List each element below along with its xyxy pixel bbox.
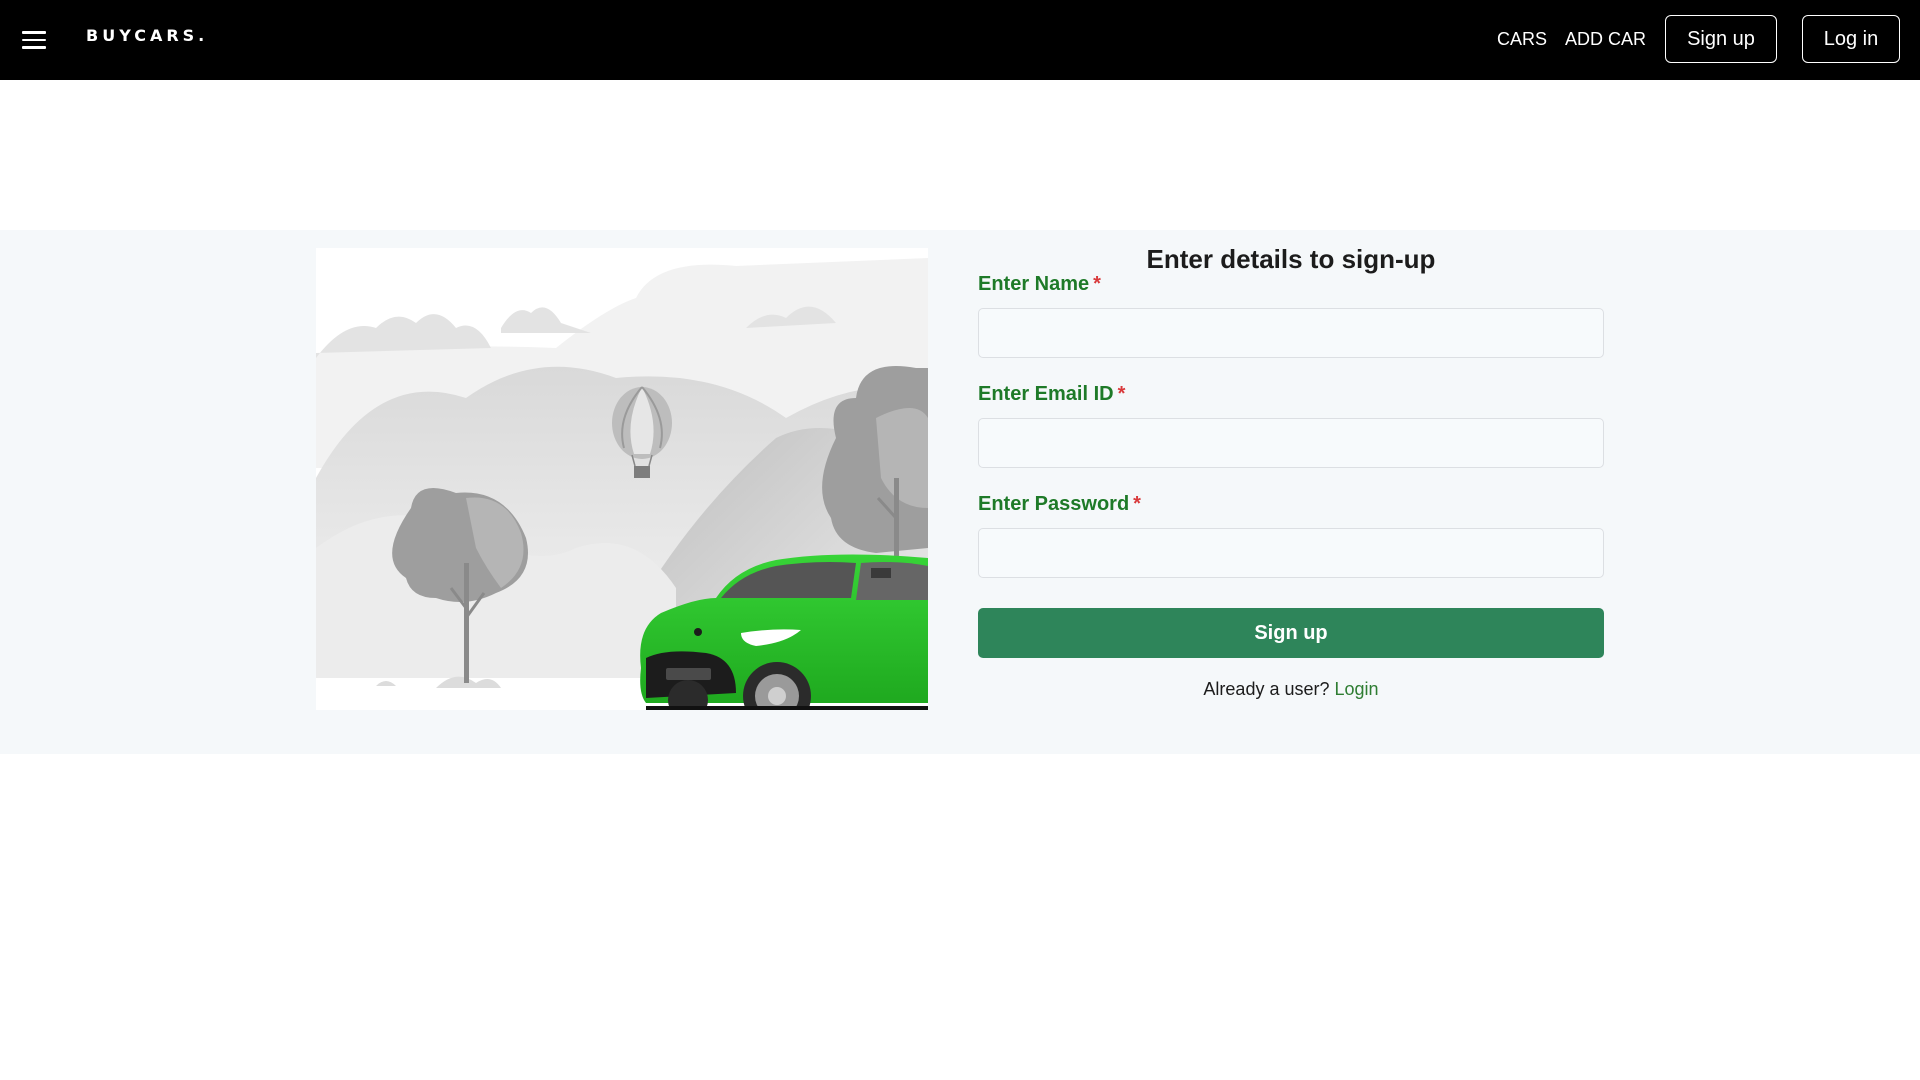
- signup-submit-button[interactable]: Sign up: [978, 608, 1604, 658]
- login-prompt: Already a user? Login: [978, 679, 1604, 700]
- header-signup-button[interactable]: Sign up: [1665, 15, 1777, 63]
- name-label-text: Enter Name: [978, 273, 1090, 295]
- already-user-text: Already a user?: [1203, 679, 1330, 699]
- hamburger-menu-icon[interactable]: [22, 31, 46, 51]
- header-login-button[interactable]: Log in: [1802, 15, 1900, 63]
- name-input[interactable]: [978, 308, 1604, 358]
- login-link[interactable]: Login: [1335, 679, 1379, 699]
- form-title: Enter details to sign-up: [1146, 244, 1436, 274]
- password-label-text: Enter Password: [978, 493, 1130, 515]
- password-label: Enter Password *: [978, 493, 1141, 516]
- required-marker: *: [1093, 273, 1101, 295]
- car-landscape-illustration: [316, 258, 928, 710]
- name-label: Enter Name *: [978, 273, 1101, 296]
- brand-logo[interactable]: BUYCARS.: [86, 26, 208, 45]
- nav-link-add-car[interactable]: ADD CAR: [1565, 29, 1646, 50]
- required-marker: *: [1117, 383, 1126, 405]
- email-input[interactable]: [978, 418, 1604, 468]
- navbar: BUYCARS. CARS ADD CAR Sign up Log in: [0, 0, 1920, 80]
- email-label: Enter Email ID *: [978, 383, 1125, 406]
- password-input[interactable]: [978, 528, 1604, 578]
- signup-section: Enter details to sign-up Enter Name * Ent…: [0, 230, 1920, 754]
- car-illustration: [316, 248, 928, 710]
- email-label-text: Enter Email ID: [978, 383, 1114, 405]
- required-marker: *: [1133, 493, 1141, 515]
- nav-link-cars[interactable]: CARS: [1497, 29, 1547, 50]
